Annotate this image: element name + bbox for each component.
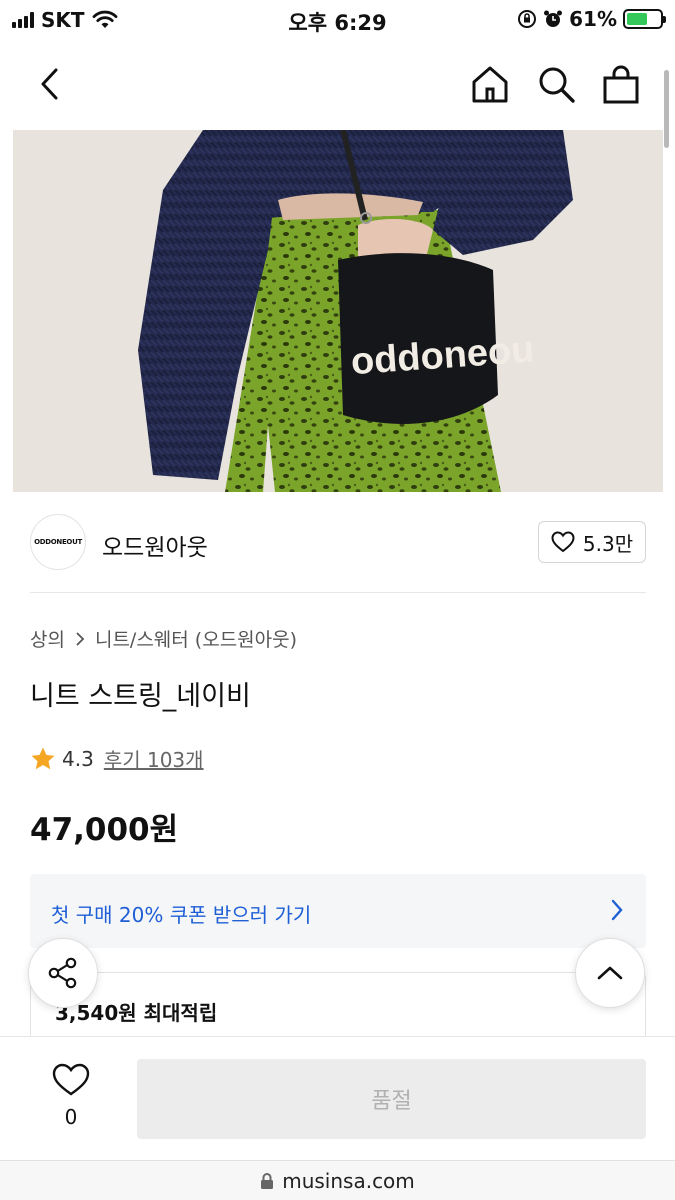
share-icon [48, 957, 77, 989]
nav-bar [0, 40, 675, 130]
home-icon [472, 66, 508, 103]
brand-name[interactable]: 오드원아웃 [102, 528, 208, 562]
coupon-text: 첫 구매 20% 쿠폰 받으러 가기 [51, 903, 312, 927]
wish-count: 0 [64, 1105, 78, 1129]
url-text: musinsa.com [282, 1168, 415, 1193]
battery-label: 61% [569, 7, 617, 31]
product-title: 니트 스트링_네이비 [30, 681, 251, 712]
scroll-indicator[interactable] [664, 70, 669, 148]
breadcrumb-subcategory[interactable]: 니트/스웨터 (오드원아웃) [95, 625, 297, 652]
brand-like-count: 5.3만 [582, 531, 634, 556]
wishlist-button[interactable]: 0 [36, 1063, 106, 1129]
divider [30, 592, 646, 593]
product-image[interactable]: oddoneou [13, 130, 663, 492]
status-right: 61% [517, 7, 666, 31]
rating-row: 4.3 후기 103개 [30, 744, 204, 773]
cart-button[interactable] [599, 62, 643, 106]
chevron-right-icon [76, 631, 85, 646]
brand-logo[interactable]: ODDONEOUT [30, 514, 86, 570]
search-button[interactable] [534, 62, 578, 106]
alarm-icon [544, 10, 563, 27]
brand-like-button[interactable]: 5.3만 [538, 521, 646, 563]
heart-icon [551, 531, 575, 553]
back-icon [41, 68, 58, 100]
product-price: 47,000원 [30, 812, 179, 848]
chevron-up-icon [597, 966, 623, 980]
star-icon [31, 747, 55, 769]
breadcrumb-category[interactable]: 상의 [30, 625, 65, 652]
bag-icon [603, 65, 639, 104]
status-bar: SKT 오후 6:29 61% [0, 0, 675, 40]
bottom-action-bar: 0 품절 [0, 1036, 675, 1160]
chevron-right-icon [611, 899, 623, 921]
back-button[interactable] [28, 62, 72, 106]
share-button[interactable] [28, 938, 98, 1008]
rating-score: 4.3 [62, 746, 94, 771]
scroll-top-button[interactable] [575, 938, 645, 1008]
search-icon [539, 67, 575, 103]
soldout-button[interactable]: 품절 [137, 1059, 646, 1139]
url-bar[interactable]: musinsa.com [0, 1160, 675, 1200]
heart-icon [52, 1063, 90, 1096]
battery-icon [623, 9, 666, 29]
orientation-lock-icon [518, 10, 537, 28]
brand-row[interactable]: ODDONEOUT 오드원아웃 5.3만 [30, 512, 646, 572]
product-photo: oddoneou [13, 130, 663, 492]
breadcrumb: 상의 니트/스웨터 (오드원아웃) [30, 625, 297, 652]
lock-icon [261, 1172, 274, 1189]
coupon-banner[interactable]: 첫 구매 20% 쿠폰 받으러 가기 [30, 874, 646, 948]
home-button[interactable] [468, 62, 512, 106]
review-link[interactable]: 후기 103개 [104, 744, 204, 773]
